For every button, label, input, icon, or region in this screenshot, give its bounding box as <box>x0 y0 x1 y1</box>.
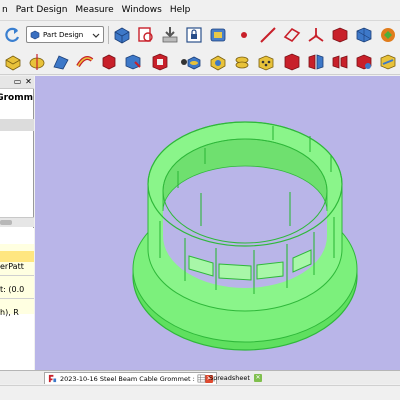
refresh-button[interactable] <box>2 25 22 45</box>
toolbar-part-design <box>0 49 400 75</box>
groove-button[interactable] <box>184 52 204 72</box>
additive-helix-button[interactable] <box>99 52 119 72</box>
3d-view[interactable] <box>35 76 400 370</box>
import-icon <box>162 27 178 43</box>
property-row[interactable]: h), R <box>0 308 34 319</box>
additive-helix-icon <box>102 54 116 70</box>
polar-pattern-button[interactable] <box>354 52 374 72</box>
additive-pipe-button[interactable] <box>75 52 95 72</box>
window-notch <box>218 263 252 281</box>
multi-transform-button[interactable] <box>378 52 398 72</box>
menu-item-edit[interactable]: n <box>0 5 12 15</box>
sub-shape-icon <box>381 28 395 42</box>
macro-button[interactable] <box>208 25 228 45</box>
datum-point-button[interactable] <box>234 25 254 45</box>
clone-button[interactable] <box>354 25 374 45</box>
shape-binder-icon <box>332 27 348 43</box>
multi-transform-icon <box>380 54 396 70</box>
attach-sketch-button[interactable] <box>136 25 156 45</box>
plane-icon <box>283 27 301 43</box>
grommet-model[interactable] <box>35 76 400 370</box>
menu-bar: n Part Design Measure Windows Help <box>0 0 400 21</box>
refresh-icon <box>5 27 20 42</box>
float-panel-button[interactable]: ▭ <box>13 77 22 87</box>
subtractive-pipe-icon <box>235 56 249 69</box>
additive-loft-button[interactable] <box>51 52 71 72</box>
tree-selected-row[interactable] <box>0 119 34 131</box>
tab-spreadsheet[interactable]: Spreadsheet ✕ <box>194 372 265 384</box>
mirror-icon <box>308 54 324 70</box>
pocket-button[interactable] <box>150 52 170 72</box>
subtractive-helix-button[interactable] <box>256 52 276 72</box>
document-tab-bar: 2023-10-16 Steel Beam Cable Grommet : 1 … <box>0 370 400 384</box>
mirror-button[interactable] <box>306 52 326 72</box>
groove-icon <box>187 56 201 70</box>
subtractive-helix-icon <box>258 55 274 71</box>
additive-pipe-icon <box>76 56 94 68</box>
toolbar-top: Part Design <box>0 22 400 48</box>
additive-primitive-button[interactable] <box>123 52 143 72</box>
pad-icon <box>5 55 21 71</box>
macro-icon <box>210 28 226 42</box>
subtractive-loft-button[interactable] <box>208 52 228 72</box>
combo-view-panel: ▭ ✕ Gromm erPatt t: (0.0 h), R <box>0 76 34 370</box>
menu-item-windows[interactable]: Windows <box>118 5 166 15</box>
close-panel-button[interactable]: ✕ <box>24 77 33 87</box>
spreadsheet-icon <box>197 374 206 382</box>
coordinate-system-icon <box>308 28 324 42</box>
sub-shape-binder-button[interactable] <box>378 25 398 45</box>
property-row[interactable]: t: (0.0 <box>0 285 34 296</box>
import-button[interactable] <box>160 25 180 45</box>
local-coordinate-system-button[interactable] <box>306 25 326 45</box>
dropdown-chevron-icon <box>92 33 100 38</box>
menu-item-help[interactable]: Help <box>166 5 195 15</box>
linear-pattern-icon <box>332 55 348 69</box>
tree-horizontal-scrollbar[interactable] <box>0 217 34 227</box>
property-row[interactable]: erPatt <box>0 262 34 273</box>
subtractive-pipe-button[interactable] <box>232 52 252 72</box>
subtractive-primitive-icon <box>284 53 300 71</box>
workbench-select-value: Part Design <box>43 30 84 39</box>
create-body-button[interactable] <box>112 25 132 45</box>
line-icon <box>260 27 276 43</box>
shape-binder-button[interactable] <box>330 25 350 45</box>
workbench-select[interactable]: Part Design <box>26 26 104 43</box>
tab-label: Spreadsheet <box>209 374 250 382</box>
status-bar <box>0 385 400 400</box>
menu-item-part-design[interactable]: Part Design <box>12 5 72 15</box>
close-tab-icon[interactable]: ✕ <box>253 374 262 382</box>
divider <box>0 275 34 276</box>
divider <box>0 298 34 299</box>
tab-grommet-document[interactable]: 2023-10-16 Steel Beam Cable Grommet : 1 … <box>44 372 217 384</box>
linear-pattern-button[interactable] <box>330 52 350 72</box>
toolbar-separator <box>108 26 109 44</box>
window-notch <box>256 261 284 280</box>
datum-line-button[interactable] <box>258 25 278 45</box>
freecad-logo-icon <box>48 374 57 383</box>
panel-document-title: Gromm <box>0 93 33 103</box>
clone-icon <box>356 27 372 43</box>
lock-button[interactable] <box>184 25 204 45</box>
property-selected-row[interactable] <box>0 251 34 262</box>
menu-item-measure[interactable]: Measure <box>71 5 117 15</box>
tab-label: 2023-10-16 Steel Beam Cable Grommet : 1 <box>60 374 201 383</box>
pocket-icon <box>152 53 168 71</box>
pad-button[interactable] <box>3 52 23 72</box>
body-icon <box>114 27 130 44</box>
point-icon <box>241 32 247 38</box>
subtractive-primitive-button[interactable] <box>282 52 302 72</box>
scrollbar-thumb[interactable] <box>0 220 12 225</box>
revolution-icon <box>29 54 45 70</box>
workbench-icon <box>30 30 40 39</box>
panel-header: ▭ ✕ <box>0 76 34 89</box>
subtractive-loft-icon <box>210 55 226 71</box>
lock-icon <box>186 27 202 43</box>
revolution-button[interactable] <box>27 52 47 72</box>
polar-pattern-icon <box>356 54 372 70</box>
sketch-attach-icon <box>138 27 153 42</box>
additive-loft-icon <box>53 55 69 70</box>
datum-plane-button[interactable] <box>282 25 302 45</box>
additive-primitive-icon <box>125 54 141 70</box>
